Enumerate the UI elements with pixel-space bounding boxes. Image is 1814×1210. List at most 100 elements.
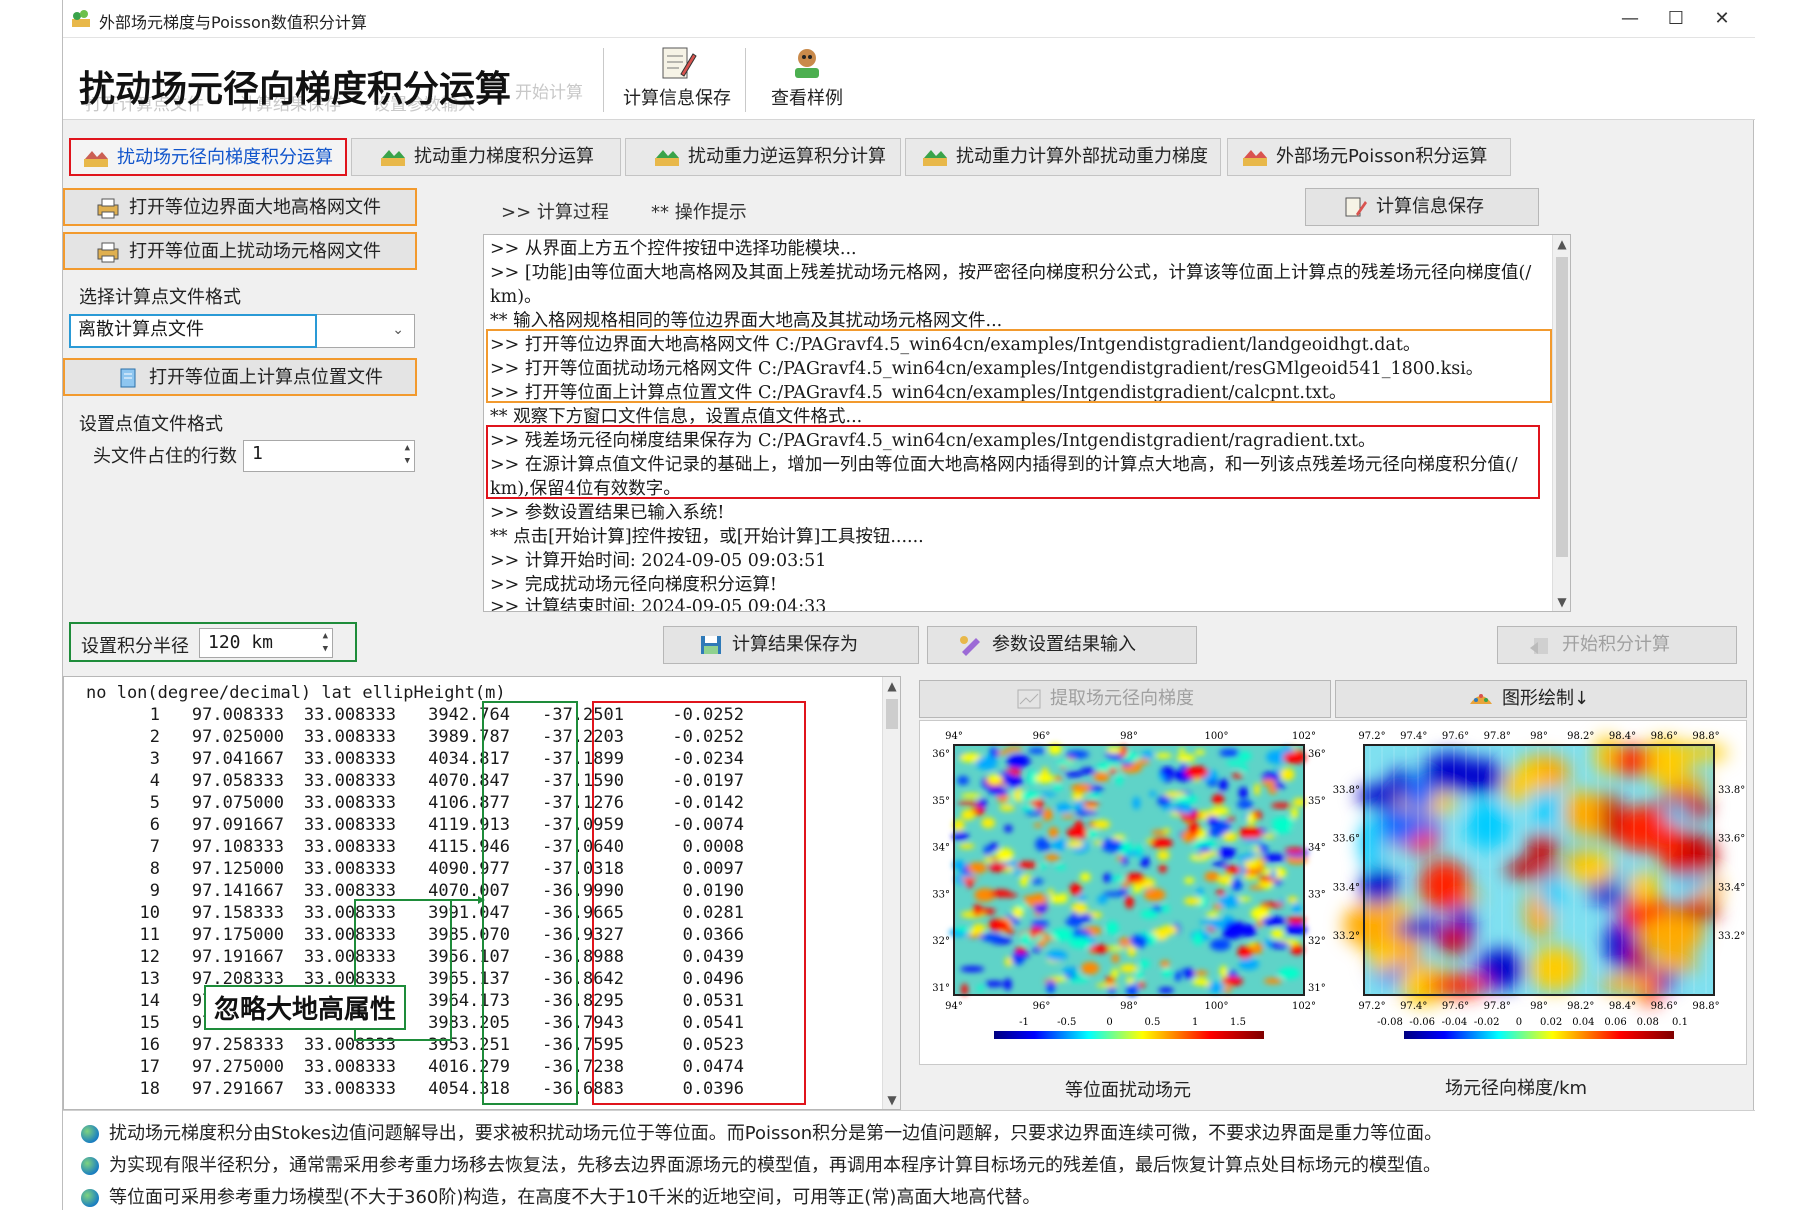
map-blob [1188,821,1200,836]
colorbar-tick-label: 0.02 [1540,1017,1562,1028]
tab-gravity-inverse[interactable]: 扰动重力逆运算积分计算 [625,138,901,176]
open-boundary-height-button[interactable]: 打开等位边界面大地高格网文件 [63,188,417,226]
open-disturbance-grid-button[interactable]: 打开等位面上扰动场元格网文件 [63,232,417,270]
colorbar-tick-label: -1 [1019,1017,1029,1028]
log-save-info-button[interactable]: 计算信息保存 [1305,188,1539,226]
extract-gradient-button[interactable]: 提取场元径向梯度 [919,680,1331,718]
table-cell: 33.008333 [303,837,396,857]
tab-label: 外部场元Poisson积分运算 [1276,146,1488,167]
toolbar-save-info-button[interactable]: 计算信息保存 [619,46,735,116]
log-line: km)。 [490,287,542,307]
map-blob [1526,833,1559,858]
radius-label: 设置积分半径 [81,636,189,657]
map-blob [1457,759,1505,795]
map-blob [1600,792,1622,843]
map-blob [958,843,975,849]
tab-radial-gradient[interactable]: 扰动场元径向梯度积分运算 [69,138,347,176]
map-blob [1158,864,1167,873]
draw-graph-button[interactable]: 图形绘制↓ [1335,680,1747,718]
map-blob [961,983,968,996]
map-blob [1206,911,1220,918]
spin-arrows-icon[interactable]: ▲ ▼ [405,442,410,468]
scroll-down-icon[interactable]: ▼ [883,1093,900,1107]
header-rows-label: 头文件占住的行数 [93,446,237,467]
open-calc-points-button[interactable]: 打开等位面上计算点位置文件 [63,358,417,396]
start-integral-button[interactable]: 开始积分计算 [1497,626,1737,664]
open-boundary-height-label: 打开等位边界面大地高格网文件 [129,197,381,218]
log-tab-tips[interactable]: ** 操作提示 [651,198,747,224]
table-cell: 6 [149,815,160,835]
scroll-up-icon[interactable]: ▲ [1553,237,1570,251]
scroll-thumb[interactable] [886,699,898,729]
map-blob [1274,782,1286,789]
map-blob [1262,833,1275,839]
toolbar-view-example-button[interactable]: 查看样例 [759,46,855,116]
format-select[interactable]: 离散计算点文件 ⌄ [69,314,415,348]
table-cell: 33.008333 [303,749,396,769]
colorbar-tick-label: -0.08 [1377,1017,1403,1028]
scroll-thumb[interactable] [1556,257,1568,557]
y-tick-label: 33.8° [1718,785,1745,796]
tab-poisson[interactable]: 外部场元Poisson积分运算 [1227,138,1511,176]
param-input-button[interactable]: 参数设置结果输入 [927,626,1197,664]
spin-arrows-icon[interactable]: ▲ ▼ [323,630,328,656]
map-blob [1111,954,1120,963]
y-tick-label: 33° [1308,889,1326,900]
map-blob [1178,747,1185,754]
map-blob [1009,758,1032,765]
table-cell: 97.091667 [191,815,284,835]
map-blob [1125,872,1145,884]
header-rows-stepper[interactable]: 1 ▲ ▼ [243,440,415,472]
scroll-up-icon[interactable]: ▲ [883,679,900,693]
tab-gravity-gradient[interactable]: 扰动重力梯度积分运算 [351,138,621,176]
radius-stepper[interactable]: 120 km ▲ ▼ [199,628,333,658]
close-button[interactable]: ✕ [1699,4,1745,34]
map-blob [1032,947,1042,953]
note-text: 扰动场元梯度积分由Stokes边值问题解导出，要求被积扰动场元位于等位面。而Po… [109,1123,1443,1144]
minimize-button[interactable]: — [1607,4,1653,34]
map-blob [1194,749,1206,755]
data-scrollbar[interactable]: ▲ ▼ [882,677,900,1109]
highlight-result-save [486,425,1540,499]
map-blob [1044,854,1060,862]
table-cell: 33.008333 [303,815,396,835]
map-blob [1196,888,1204,895]
map-blob [1199,920,1217,925]
tab-external-gravity-gradient[interactable]: 扰动重力计算外部扰动重力梯度 [905,138,1221,176]
map-blob [1176,754,1196,763]
map-blob [1012,870,1023,875]
colorbar-tick-label: 0.08 [1637,1017,1659,1028]
log-panel[interactable]: >> 从界面上方五个控件按钮中选择功能模块... >> [功能]由等位面大地高格… [483,234,1571,612]
toolbar-view-example-label: 查看样例 [771,88,843,109]
save-result-as-button[interactable]: 计算结果保存为 [663,626,919,664]
map-blob [1193,931,1203,946]
map-blob [965,878,974,889]
map-blob [1071,791,1084,802]
scroll-down-icon[interactable]: ▼ [1553,595,1570,609]
open-disturbance-grid-label: 打开等位面上扰动场元格网文件 [129,241,381,262]
x-tick-label: 97.2° [1358,731,1385,742]
map-blob [1054,776,1063,782]
map-blob [1160,925,1178,935]
map-blob [1292,903,1302,914]
maximize-button[interactable]: ☐ [1653,4,1699,34]
map-blob [1269,941,1290,949]
map-blob [960,966,985,972]
data-file-viewer[interactable]: no lon(degree/decimal) lat ellipHeight(m… [63,676,901,1110]
map-blob [1237,945,1253,959]
map-blob [1174,971,1182,982]
notes-panel: 扰动场元梯度积分由Stokes边值问题解导出，要求被积扰动场元位于等位面。而Po… [63,1110,1755,1210]
tab-label: 扰动重力计算外部扰动重力梯度 [956,146,1208,167]
toolbar-start-ghost[interactable]: 开始计算 [515,78,583,103]
x-tick-label: 98° [1120,1001,1138,1012]
map-blob [1028,747,1046,754]
y-tick-label: 35° [1308,796,1326,807]
map-blob [1157,795,1171,807]
map-blob [1047,888,1054,896]
log-scrollbar[interactable]: ▲ ▼ [1552,235,1570,611]
highlight-open-files [486,329,1552,403]
map-blob [1140,856,1150,868]
map-blob [1193,970,1209,976]
log-tab-process[interactable]: >> 计算过程 [501,198,609,224]
map-blob [1106,746,1122,754]
